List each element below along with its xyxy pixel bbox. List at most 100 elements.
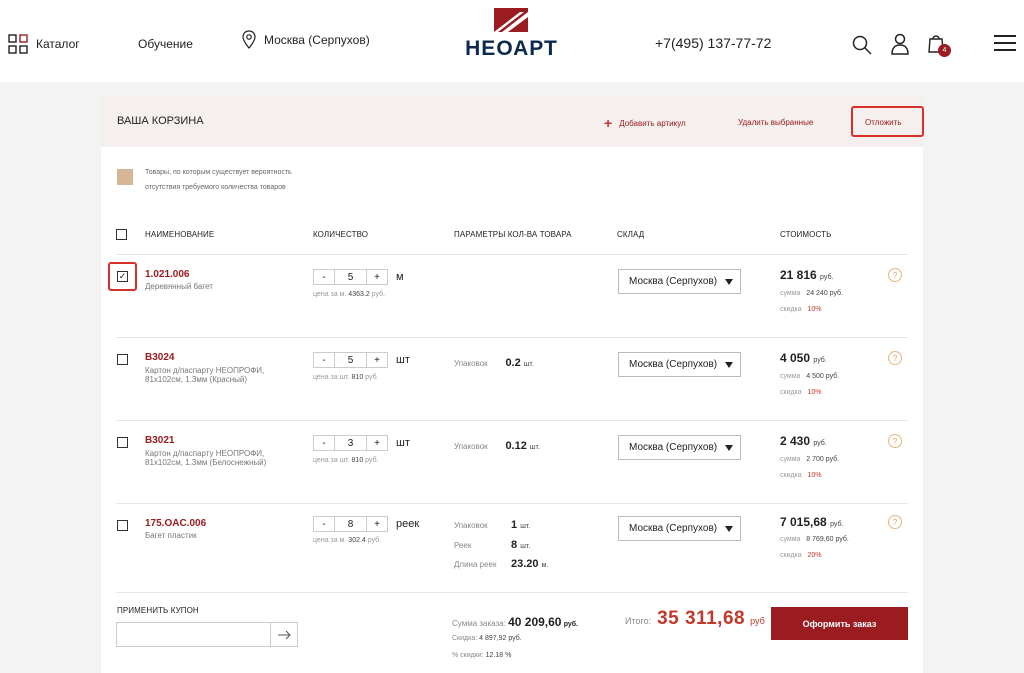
row-checkbox[interactable]: [117, 354, 128, 365]
discount-value: 10%: [807, 389, 822, 396]
param-row: Упаковок 0.2 шт.: [454, 353, 534, 371]
cart-panel: ВАША КОРЗИНА + Добавить артикул Удалить …: [101, 95, 924, 673]
help-icon[interactable]: ?: [888, 351, 902, 365]
quantity-input[interactable]: 5: [335, 269, 366, 285]
increment-button[interactable]: +: [366, 435, 388, 451]
coupon-input[interactable]: [117, 623, 271, 646]
decrement-button[interactable]: -: [313, 352, 335, 368]
item-cost: 7 015,68 руб.: [780, 515, 843, 529]
column-qty: КОЛИЧЕСТВО: [313, 230, 369, 239]
order-discount-value: 4 897,92 руб.: [479, 635, 522, 642]
dropdown-arrow-icon: [725, 279, 733, 285]
price-value: 810: [351, 374, 364, 381]
param-number: 0.12: [505, 440, 527, 452]
increment-button[interactable]: +: [366, 269, 388, 285]
quantity-stepper: - 3 + шт: [313, 435, 410, 451]
plus-icon: +: [604, 115, 613, 131]
param-label: Упаковок: [454, 442, 488, 451]
coupon-form: [116, 622, 298, 647]
legend-text: Товары, по которым существует вероятност…: [145, 165, 292, 195]
cart-count-badge: 4: [938, 44, 951, 57]
item-desc-line-1: Картон д/паспарту НЕОПРОФИ,: [145, 449, 265, 458]
help-icon[interactable]: ?: [888, 515, 902, 529]
sum-label: сумма: [780, 536, 801, 543]
quantity-input[interactable]: 8: [335, 516, 366, 532]
item-sku[interactable]: 175.OAC.006: [145, 518, 206, 529]
item-sum: сумма 4 500 руб.: [780, 373, 839, 380]
discount-pct-value: 12.18 %: [485, 652, 512, 659]
learning-link[interactable]: Обучение: [138, 37, 193, 51]
warehouse-select[interactable]: Москва (Серпухов): [618, 516, 741, 541]
cost-unit: руб.: [830, 521, 844, 528]
delete-selected-button[interactable]: Удалить выбранные: [738, 118, 813, 127]
learning-label: Обучение: [138, 37, 193, 51]
warehouse-select[interactable]: Москва (Серпухов): [618, 269, 741, 294]
row-checkbox[interactable]: [117, 520, 128, 531]
cost-value: 4 050: [780, 351, 811, 365]
phone-link[interactable]: +7(495) 137-77-72: [655, 35, 771, 51]
cost-unit: руб.: [813, 440, 827, 447]
item-desc-line-2: 81х102см, 1.3мм (Белоснежный): [145, 458, 267, 467]
item-cost: 2 430 руб.: [780, 434, 827, 448]
cost-unit: руб.: [820, 274, 834, 281]
location-selector[interactable]: Москва (Серпухов): [242, 30, 370, 50]
increment-button[interactable]: +: [366, 516, 388, 532]
site-header: Каталог Обучение Москва (Серпухов) НЕОАР…: [0, 0, 1024, 82]
quantity-input[interactable]: 5: [335, 352, 366, 368]
sum-value: 24 240 руб.: [806, 290, 843, 297]
price-unit: руб.: [367, 537, 382, 544]
add-article-button[interactable]: + Добавить артикул: [604, 115, 686, 131]
add-article-label: Добавить артикул: [619, 118, 686, 128]
help-icon[interactable]: ?: [888, 268, 902, 282]
param-unit: шт.: [523, 361, 534, 368]
help-icon[interactable]: ?: [888, 434, 902, 448]
quantity-input[interactable]: 3: [335, 435, 366, 451]
quantity-stepper: - 8 + реек: [313, 516, 419, 532]
search-icon[interactable]: [852, 35, 872, 55]
increment-button[interactable]: +: [366, 352, 388, 368]
price-unit: руб.: [371, 291, 386, 298]
sum-label: сумма: [780, 456, 801, 463]
hamburger-menu-icon[interactable]: [994, 35, 1016, 51]
cart-header: ВАША КОРЗИНА + Добавить артикул Удалить …: [101, 95, 924, 147]
cost-unit: руб.: [813, 357, 827, 364]
item-sku[interactable]: В3021: [145, 435, 174, 446]
decrement-button[interactable]: -: [313, 516, 335, 532]
row-checkbox[interactable]: [117, 437, 128, 448]
item-cost: 21 816 руб.: [780, 268, 833, 282]
item-sku[interactable]: В3024: [145, 352, 174, 363]
price-label: цена за м.: [313, 291, 347, 298]
cart-title: ВАША КОРЗИНА: [117, 115, 204, 127]
checkout-button[interactable]: Оформить заказ: [771, 607, 908, 640]
cart-button[interactable]: 4: [928, 33, 954, 59]
param-row: Длина реек 23.20 м.: [454, 554, 548, 572]
legend-swatch: [117, 169, 133, 185]
item-sum: сумма 2 700 руб.: [780, 456, 839, 463]
sum-label: сумма: [780, 373, 801, 380]
price-unit: руб.: [365, 374, 379, 381]
coupon-submit-button[interactable]: [271, 623, 297, 646]
decrement-button[interactable]: -: [313, 269, 335, 285]
catalog-label: Каталог: [36, 37, 80, 51]
item-desc: Багет пластик: [145, 531, 197, 540]
quantity-unit: шт: [396, 437, 410, 449]
decrement-button[interactable]: -: [313, 435, 335, 451]
phone-label: +7(495) 137-77-72: [655, 35, 772, 51]
param-row: Упаковок 1 шт.: [454, 515, 530, 533]
column-name: НАИМЕНОВАНИЕ: [145, 230, 215, 239]
unit-price: цена за м. 4363.2 руб.: [313, 291, 385, 298]
warehouse-value: Москва (Серпухов): [629, 442, 718, 453]
select-all-checkbox[interactable]: [116, 229, 127, 240]
warehouse-select[interactable]: Москва (Серпухов): [618, 352, 741, 377]
warehouse-select[interactable]: Москва (Серпухов): [618, 435, 741, 460]
param-unit: шт.: [520, 543, 531, 550]
item-sku[interactable]: 1.021.006: [145, 269, 190, 280]
param-value: 0.2 шт.: [505, 357, 533, 369]
total-label: Итого:: [625, 616, 652, 626]
catalog-menu[interactable]: Каталог: [8, 34, 80, 54]
table-row: ✓ 1.021.006 Деревянный багет - 5 + м цен…: [101, 255, 923, 337]
logo[interactable]: НЕОАРТ: [460, 8, 563, 60]
sum-value: 4 500 руб.: [806, 373, 840, 380]
user-icon[interactable]: [891, 33, 909, 55]
price-label: цена за шт.: [313, 374, 350, 381]
